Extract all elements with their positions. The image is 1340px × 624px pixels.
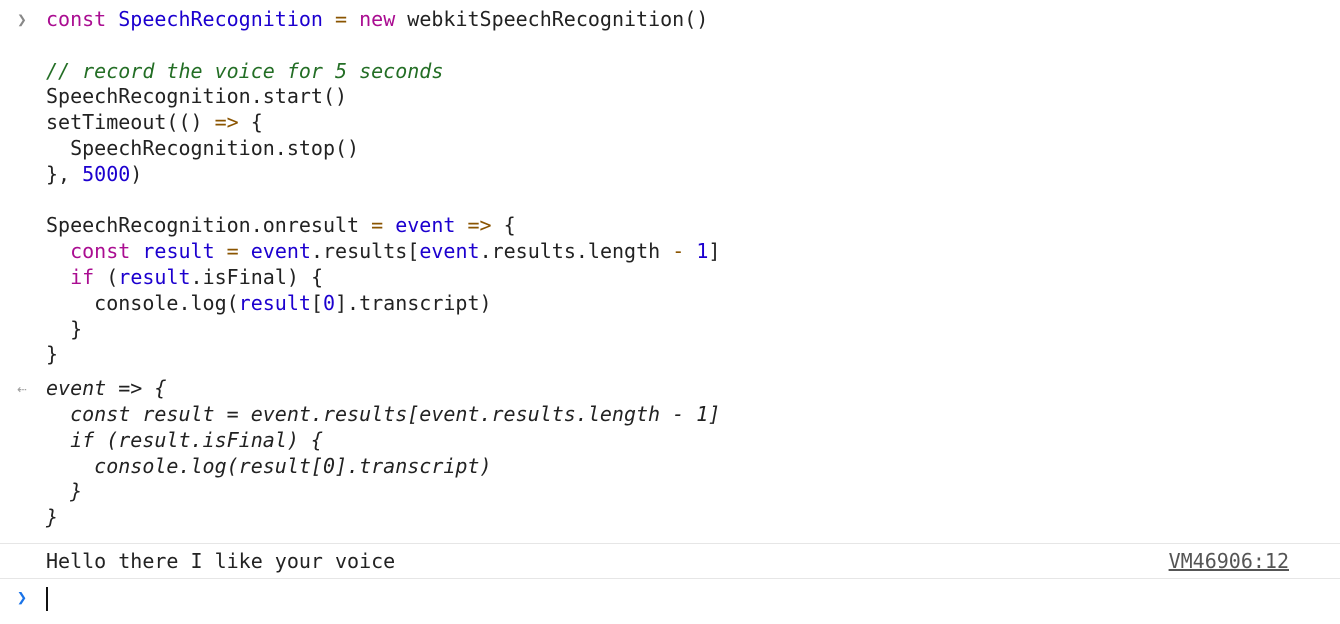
code-token: = [226, 239, 239, 264]
code-token: } [46, 316, 83, 341]
code-token: result [118, 264, 191, 289]
code-token: - [672, 239, 685, 264]
code-token: 5000 [82, 161, 131, 186]
code-token: { [238, 110, 263, 135]
code-token: result [142, 239, 215, 264]
devtools-console: ❯ const SpeechRecognition = new webkitSp… [0, 0, 1340, 624]
code-token: if [70, 264, 95, 289]
console-result-entry[interactable]: ⇠ event => { const result = event.result… [0, 376, 1340, 531]
code-token: = [335, 7, 348, 31]
code-token: ].transcript) [335, 290, 492, 315]
code-token: .isFinal) { [190, 264, 323, 289]
input-code-block[interactable]: const SpeechRecognition = new webkitSpee… [46, 7, 1340, 368]
code-line: }, 5000) [46, 162, 1340, 188]
code-line: if (result.isFinal) { [46, 265, 1340, 291]
text-caret[interactable] [46, 587, 48, 611]
result-line: if (result.isFinal) { [46, 427, 323, 452]
code-line: SpeechRecognition.stop() [46, 136, 1340, 162]
code-token: [ [310, 290, 323, 315]
code-line: SpeechRecognition.onresult = event => { [46, 213, 1340, 239]
code-token: => [467, 213, 492, 238]
code-token: .results[ [310, 239, 420, 264]
result-line: console.log(result[0].transcript) [46, 453, 492, 478]
code-token: const [70, 239, 131, 264]
log-source-link[interactable]: VM46906:12 [1169, 549, 1289, 574]
code-token: const [46, 7, 107, 31]
code-token: setTimeout(() [46, 110, 215, 135]
code-line: const SpeechRecognition = new webkitSpee… [46, 7, 1340, 33]
code-token: => [214, 110, 239, 135]
code-line: } [46, 342, 1340, 368]
code-token: ) [130, 161, 143, 186]
return-arrow-icon: ⇠ [17, 379, 27, 399]
code-line: } [46, 317, 1340, 343]
code-token: ( [94, 264, 119, 289]
code-token: event [250, 239, 311, 264]
console-prompt[interactable]: ❯ [0, 584, 1340, 614]
code-line: const result = event.results[event.resul… [46, 239, 1340, 265]
chevron-right-icon: ❯ [16, 588, 28, 608]
code-line: setTimeout(() => { [46, 110, 1340, 136]
code-token: 0 [322, 290, 335, 315]
code-token: SpeechRecognition.start() [46, 84, 348, 109]
code-token: } [46, 342, 59, 367]
log-message: Hello there I like your voice [46, 549, 396, 573]
result-line: event => { [46, 376, 167, 401]
code-line: // record the voice for 5 seconds [46, 59, 1340, 85]
result-code-block[interactable]: event => { const result = event.results[… [46, 376, 1340, 531]
code-token: { [491, 213, 516, 238]
console-log-row: Hello there I like your voice VM46906:12 [0, 543, 1340, 579]
code-token: SpeechRecognition.onresult [46, 213, 372, 238]
code-token: }, [46, 161, 83, 186]
console-input-entry[interactable]: ❯ const SpeechRecognition = new webkitSp… [0, 0, 1340, 368]
result-line: } [46, 479, 83, 504]
code-token: SpeechRecognition [118, 7, 323, 31]
code-token: ] [708, 239, 721, 264]
code-token: console.log( [46, 290, 239, 315]
result-line: } [46, 505, 59, 530]
code-line: console.log(result[0].transcript) [46, 291, 1340, 317]
code-token: 1 [696, 239, 709, 264]
code-token: = [371, 213, 384, 238]
code-token: event [395, 213, 456, 238]
code-token: event [419, 239, 480, 264]
code-token: result [238, 290, 311, 315]
code-line: SpeechRecognition.start() [46, 84, 1340, 110]
code-token: .results.length [479, 239, 673, 264]
result-line: const result = event.results[event.resul… [46, 401, 721, 426]
code-token: new [359, 7, 396, 31]
code-token: webkitSpeechRecognition() [395, 7, 709, 31]
chevron-right-icon: ❯ [17, 10, 27, 29]
code-token: SpeechRecognition.stop() [46, 135, 360, 160]
code-token: // record the voice for 5 seconds [46, 58, 444, 83]
